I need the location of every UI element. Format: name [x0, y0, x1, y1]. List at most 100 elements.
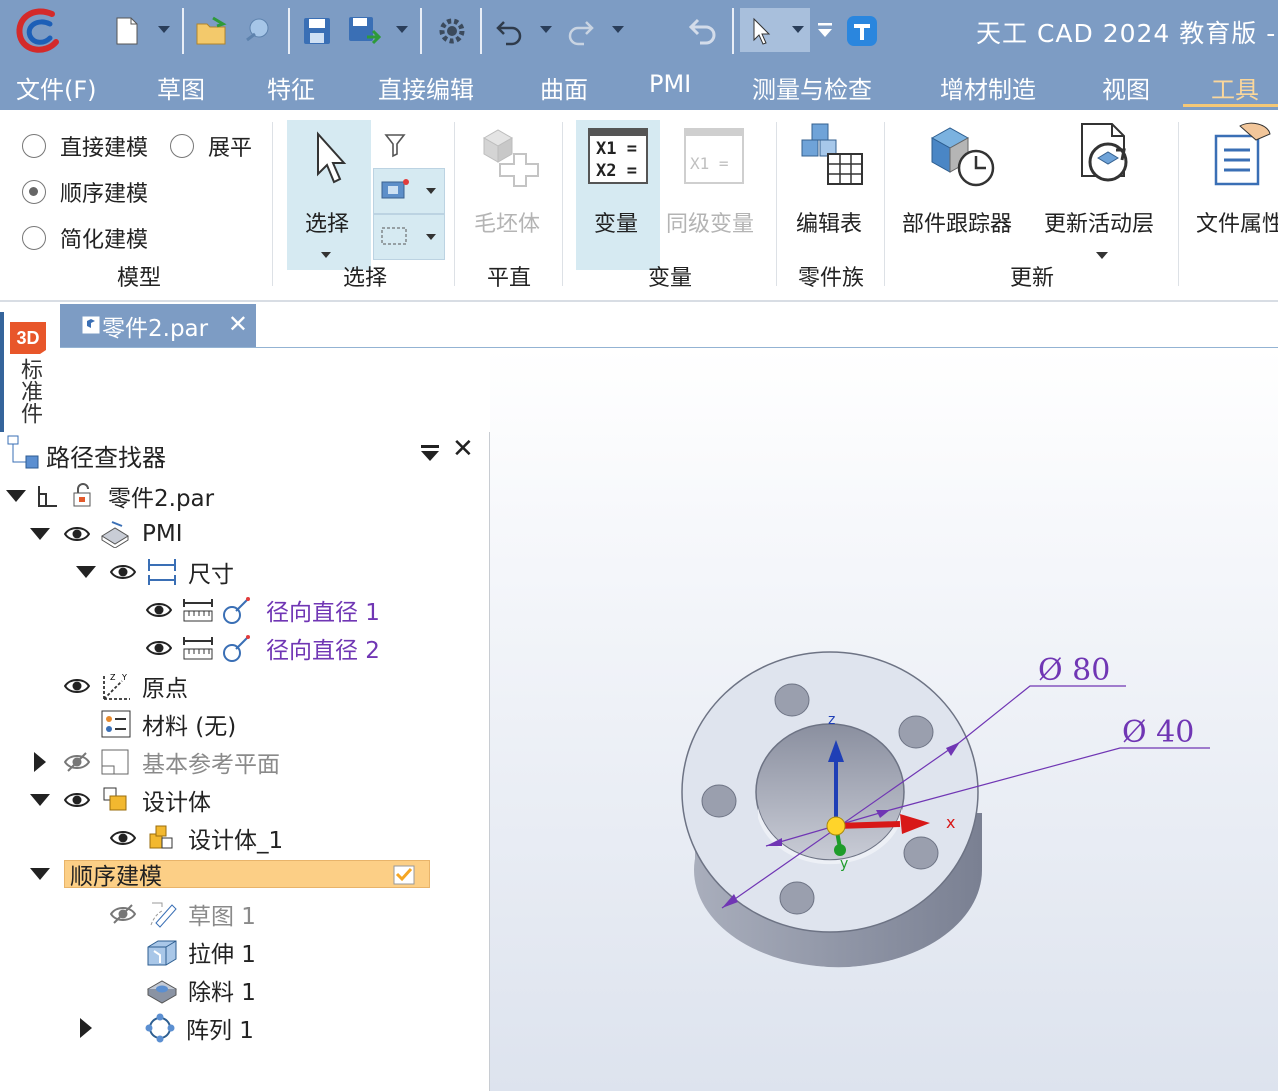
- radio-simplified-modeling[interactable]: 简化建模: [22, 222, 148, 254]
- expand-icon[interactable]: [80, 1018, 92, 1038]
- select-dropdown-icon[interactable]: [792, 26, 804, 33]
- eye-hidden-icon[interactable]: [64, 751, 90, 773]
- menu-additive[interactable]: 增材制造: [940, 70, 1036, 105]
- menu-tools[interactable]: 工具: [1211, 70, 1259, 105]
- radio-circle[interactable]: [22, 226, 46, 250]
- radio-flatten[interactable]: 展平: [170, 130, 252, 162]
- select-button-dropdown-icon[interactable]: [321, 252, 331, 258]
- tree-node-sequential-modeling[interactable]: 顺序建模: [30, 856, 162, 892]
- redo-icon[interactable]: [564, 10, 598, 52]
- menu-surface[interactable]: 曲面: [540, 70, 588, 105]
- tree-node-material[interactable]: 材料 (无): [100, 706, 236, 742]
- connect-icon[interactable]: [242, 10, 274, 52]
- edit-table-icon[interactable]: [798, 122, 866, 188]
- undo-dropdown-icon[interactable]: [540, 26, 552, 33]
- close-panel-icon[interactable]: ✕: [452, 434, 474, 464]
- new-file-icon[interactable]: [112, 10, 142, 52]
- checked-state-icon[interactable]: [392, 864, 416, 886]
- radio-circle-selected[interactable]: [22, 180, 46, 204]
- file-properties-label[interactable]: 文件属性: [1196, 206, 1278, 238]
- menu-measure-inspect[interactable]: 测量与检查: [752, 70, 872, 105]
- peer-variable-icon[interactable]: X1 =: [684, 128, 744, 184]
- dimension-inner-diameter[interactable]: Ø 40: [1122, 715, 1194, 750]
- blank-body-label[interactable]: 毛坯体: [474, 206, 540, 238]
- tree-node-pmi[interactable]: PMI: [30, 516, 183, 552]
- collapse-icon[interactable]: [30, 868, 50, 880]
- box-select-dropdown-icon[interactable]: [426, 234, 436, 240]
- eye-icon[interactable]: [110, 563, 136, 581]
- 3d-parts-library-icon[interactable]: 3D: [6, 318, 50, 356]
- save-dropdown-icon[interactable]: [396, 26, 408, 33]
- tree-node-radial-diameter-1[interactable]: 径向直径 1: [146, 592, 380, 628]
- eye-hidden-icon[interactable]: [110, 903, 136, 925]
- tree-node-base-planes[interactable]: 基本参考平面: [34, 744, 280, 780]
- tree-node-cutout-1[interactable]: 除料 1: [146, 972, 256, 1008]
- update-active-level-dropdown-icon[interactable]: [1096, 252, 1108, 259]
- tiangong-t-icon[interactable]: [844, 10, 880, 52]
- peer-variable-label[interactable]: 同级变量: [666, 206, 754, 238]
- collapse-icon[interactable]: [30, 794, 50, 806]
- update-active-level-label[interactable]: 更新活动层: [1044, 206, 1154, 238]
- new-file-dropdown-icon[interactable]: [158, 26, 170, 33]
- radio-circle[interactable]: [170, 134, 194, 158]
- part-tracker-label[interactable]: 部件跟踪器: [902, 206, 1012, 238]
- edit-table-label[interactable]: 编辑表: [796, 206, 862, 238]
- eye-icon[interactable]: [146, 601, 172, 619]
- selection-mode-dropdown-icon[interactable]: [426, 188, 436, 194]
- redo-dropdown-icon[interactable]: [612, 26, 624, 33]
- settings-gear-icon[interactable]: [434, 10, 470, 52]
- file-properties-icon[interactable]: [1210, 122, 1278, 190]
- 3d-viewport[interactable]: Ø 80 Ø 40 z x y: [490, 348, 1278, 1091]
- tree-node-radial-diameter-2[interactable]: 径向直径 2: [146, 630, 380, 666]
- save-icon[interactable]: [300, 10, 334, 52]
- panel-options-icon[interactable]: [420, 444, 440, 462]
- repeat-icon[interactable]: [684, 10, 720, 52]
- tree-node-root[interactable]: 零件2.par: [6, 478, 214, 514]
- menu-direct-edit[interactable]: 直接编辑: [378, 70, 474, 105]
- radio-direct-modeling[interactable]: 直接建模: [22, 130, 148, 162]
- selection-mode-icon[interactable]: [380, 178, 410, 202]
- select-arrow-icon[interactable]: [310, 130, 350, 186]
- select-button-label[interactable]: 选择: [305, 206, 349, 238]
- box-select-icon[interactable]: [380, 224, 410, 248]
- filter-icon[interactable]: [384, 132, 406, 158]
- collapse-icon[interactable]: [76, 566, 96, 578]
- eye-icon[interactable]: [64, 525, 90, 543]
- tree-node-design-bodies[interactable]: 设计体: [30, 782, 211, 818]
- menu-view[interactable]: 视图: [1102, 70, 1150, 105]
- eye-icon[interactable]: [64, 791, 90, 809]
- tree-node-dimensions[interactable]: 尺寸: [76, 554, 234, 590]
- dimension-outer-diameter[interactable]: Ø 80: [1038, 653, 1110, 688]
- tree-node-pattern-1[interactable]: 阵列 1: [80, 1010, 254, 1046]
- radio-circle[interactable]: [22, 134, 46, 158]
- radio-sequential-modeling[interactable]: 顺序建模: [22, 176, 148, 208]
- update-active-level-icon[interactable]: [1076, 120, 1140, 188]
- close-tab-icon[interactable]: ✕: [228, 310, 248, 338]
- collapse-icon[interactable]: [6, 490, 26, 502]
- save-as-icon[interactable]: [346, 10, 382, 52]
- menu-sketch[interactable]: 草图: [157, 70, 205, 105]
- menu-pmi[interactable]: PMI: [649, 70, 691, 98]
- expand-icon[interactable]: [34, 752, 46, 772]
- part-tracker-icon[interactable]: [926, 122, 998, 190]
- tree-node-origin[interactable]: ZY 原点: [64, 668, 188, 704]
- tree-node-design-body-1[interactable]: 设计体_1: [110, 820, 283, 856]
- customize-quick-access-icon[interactable]: [814, 10, 836, 52]
- eye-icon[interactable]: [110, 829, 136, 847]
- menu-features[interactable]: 特征: [267, 70, 315, 105]
- tree-node-sketch-1[interactable]: 草图 1: [110, 896, 256, 932]
- eye-icon[interactable]: [64, 677, 90, 695]
- cursor-icon[interactable]: [746, 10, 776, 52]
- standard-parts-tab[interactable]: 标准件: [16, 358, 42, 424]
- blank-body-icon[interactable]: [478, 124, 542, 190]
- variable-table-icon[interactable]: X1 = X2 =: [588, 128, 648, 184]
- collapse-icon[interactable]: [30, 528, 50, 540]
- open-file-icon[interactable]: [194, 10, 230, 52]
- variable-button-label[interactable]: 变量: [594, 206, 638, 238]
- menu-file[interactable]: 文件(F): [16, 70, 97, 105]
- tree-node-extrude-1[interactable]: 拉伸 1: [146, 934, 256, 970]
- undo-icon[interactable]: [492, 10, 526, 52]
- flange-model[interactable]: Ø 80 Ø 40 z x y: [490, 348, 1278, 1091]
- eye-icon[interactable]: [146, 639, 172, 657]
- document-tab[interactable]: 零件2.par ✕: [60, 304, 256, 347]
